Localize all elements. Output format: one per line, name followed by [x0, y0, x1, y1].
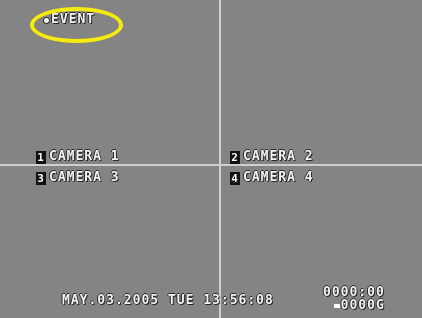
dvr-quad-view: EVENT 1 CAMERA 1 2 CAMERA 2 3 CAMERA 3 4…	[0, 0, 422, 318]
camera-2-feed[interactable]	[221, 0, 422, 164]
camera-3-number: 3	[36, 171, 46, 185]
camera-2-label: 2 CAMERA 2	[230, 150, 314, 164]
camera-3-label: 3 CAMERA 3	[36, 171, 120, 185]
record-counter-value: 0000G	[340, 298, 385, 313]
camera-1-label: 1 CAMERA 1	[36, 150, 120, 164]
camera-4-number: 4	[230, 171, 240, 185]
camera-2-number: 2	[230, 150, 240, 164]
camera-1-name: CAMERA 1	[49, 149, 120, 164]
event-highlight-ring	[30, 7, 123, 43]
vertical-divider	[219, 0, 221, 318]
camera-3-name: CAMERA 3	[49, 170, 120, 185]
record-counter-row: 0000G	[323, 299, 385, 312]
horizontal-divider	[0, 164, 422, 166]
camera-1-number: 1	[36, 150, 46, 164]
recording-counter: 0000:00 0000G	[323, 286, 385, 312]
camera-2-name: CAMERA 2	[243, 149, 314, 164]
camera-4-label: 4 CAMERA 4	[230, 171, 314, 185]
date-time-stamp: MAY.03.2005 TUE 13:56:08	[62, 293, 274, 308]
camera-4-name: CAMERA 4	[243, 170, 314, 185]
record-marker-icon	[333, 303, 340, 308]
